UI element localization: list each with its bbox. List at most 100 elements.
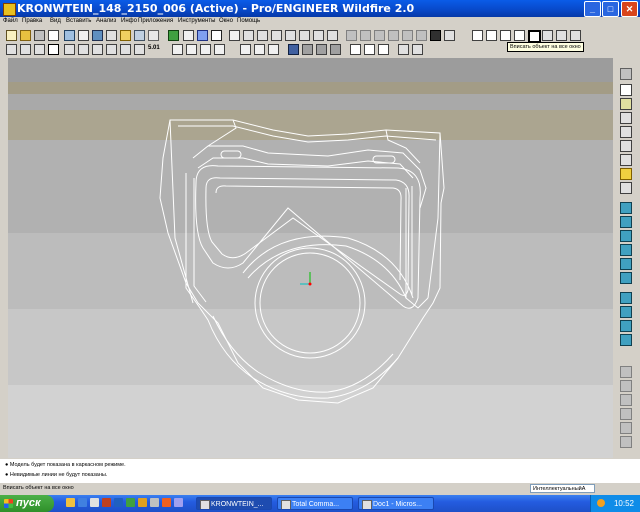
- zoom-window-icon[interactable]: [514, 30, 525, 41]
- zoom-in2-icon[interactable]: [472, 30, 483, 41]
- datum-display-icon[interactable]: [570, 30, 581, 41]
- refit2-icon[interactable]: [500, 30, 511, 41]
- appearance-icon[interactable]: [302, 44, 313, 55]
- render-icon[interactable]: [288, 44, 299, 55]
- mirror-tool-icon[interactable]: [620, 366, 632, 378]
- shell-tool-icon[interactable]: [620, 216, 632, 228]
- minimize-button[interactable]: _: [584, 1, 601, 17]
- spin-icon[interactable]: [78, 44, 89, 55]
- menu-view[interactable]: Вид: [50, 18, 61, 24]
- paste2-icon[interactable]: [402, 30, 413, 41]
- window-close-icon[interactable]: [378, 44, 389, 55]
- left-dock-handle[interactable]: [0, 58, 8, 458]
- orient-icon[interactable]: [556, 30, 567, 41]
- quicklaunch-desktop-icon[interactable]: [90, 498, 99, 507]
- datum-planes-icon[interactable]: [92, 44, 103, 55]
- datum-point-tool-icon[interactable]: [620, 140, 632, 152]
- tools-icon[interactable]: [120, 30, 131, 41]
- paste-icon[interactable]: [78, 30, 89, 41]
- shading-icon[interactable]: [48, 44, 59, 55]
- datum-curve-tool-icon[interactable]: [620, 126, 632, 138]
- hole-icon[interactable]: [240, 44, 251, 55]
- quicklaunch-word-icon[interactable]: [114, 498, 123, 507]
- settings-icon[interactable]: [148, 30, 159, 41]
- regenerate-icon[interactable]: [106, 30, 117, 41]
- menu-info[interactable]: Инфо: [121, 18, 137, 24]
- menu-window[interactable]: Окно: [219, 18, 233, 24]
- view-icon[interactable]: [134, 30, 145, 41]
- refit-icon[interactable]: [285, 30, 296, 41]
- cut-icon[interactable]: [374, 30, 385, 41]
- tray-icon[interactable]: [597, 499, 605, 507]
- hole-tool-icon[interactable]: [620, 202, 632, 214]
- draft-tool-icon[interactable]: [620, 244, 632, 256]
- new-file-icon[interactable]: [6, 30, 17, 41]
- datum-plane-tool-icon[interactable]: [620, 98, 632, 110]
- revolve-tool-icon[interactable]: [620, 306, 632, 318]
- csys-tool-icon[interactable]: [620, 154, 632, 166]
- annotation-tool-icon[interactable]: [620, 182, 632, 194]
- layers-icon[interactable]: [327, 30, 338, 41]
- feature-icon[interactable]: [172, 44, 183, 55]
- pattern-tool-icon[interactable]: [620, 408, 632, 420]
- task-word-doc[interactable]: Doc1 - Micros...: [358, 497, 434, 510]
- saved-views-icon[interactable]: [313, 30, 324, 41]
- selection-filter[interactable]: ИнтеллектуальныйА: [530, 484, 595, 493]
- menu-help[interactable]: Помощь: [237, 18, 260, 24]
- pan-icon[interactable]: [542, 30, 553, 41]
- quicklaunch-folder-icon[interactable]: [66, 498, 75, 507]
- quicklaunch-firefox-icon[interactable]: [162, 498, 171, 507]
- select-box-icon[interactable]: [444, 30, 455, 41]
- quicklaunch-explorer-icon[interactable]: [138, 498, 147, 507]
- sweep-tool-icon[interactable]: [620, 320, 632, 332]
- analysis-tool-icon[interactable]: [620, 168, 632, 180]
- window-activate-icon[interactable]: [350, 44, 361, 55]
- save-icon[interactable]: [34, 30, 45, 41]
- print-icon[interactable]: [48, 30, 59, 41]
- paste-special-icon[interactable]: [416, 30, 427, 41]
- spin-center-icon[interactable]: [243, 30, 254, 41]
- clock[interactable]: 10:52: [614, 499, 634, 508]
- csys-display-icon[interactable]: [134, 44, 145, 55]
- quicklaunch-excel-icon[interactable]: [126, 498, 135, 507]
- perspective-icon[interactable]: [316, 44, 327, 55]
- task-total-commander[interactable]: Total Comma...: [277, 497, 353, 510]
- zoom-in-icon[interactable]: [257, 30, 268, 41]
- zoom-out-icon[interactable]: [271, 30, 282, 41]
- undo-icon[interactable]: [346, 30, 357, 41]
- redo-icon[interactable]: [360, 30, 371, 41]
- menu-file[interactable]: Файл: [3, 18, 18, 24]
- find-icon[interactable]: [430, 30, 441, 41]
- extrude-tool-icon[interactable]: [620, 292, 632, 304]
- extend-tool-icon[interactable]: [620, 422, 632, 434]
- zoom-out2-icon[interactable]: [486, 30, 497, 41]
- datum-point-icon[interactable]: [197, 30, 208, 41]
- offset-tool-icon[interactable]: [620, 436, 632, 448]
- task-proengineer[interactable]: KRONWTEIN_...: [196, 497, 272, 510]
- wireframe-icon[interactable]: [6, 44, 17, 55]
- copy2-icon[interactable]: [388, 30, 399, 41]
- graphics-window[interactable]: [8, 58, 613, 458]
- quicklaunch-app-icon[interactable]: [102, 498, 111, 507]
- merge-tool-icon[interactable]: [620, 380, 632, 392]
- start-button[interactable]: пуск: [0, 495, 54, 512]
- close-button[interactable]: ✕: [621, 1, 638, 17]
- datum-axis-icon[interactable]: [183, 30, 194, 41]
- blend-tool-icon[interactable]: [620, 334, 632, 346]
- round-tool-icon[interactable]: [620, 258, 632, 270]
- chamfer-tool-icon[interactable]: [620, 272, 632, 284]
- dock-arrow-icon[interactable]: [620, 68, 632, 80]
- reorient-icon[interactable]: [299, 30, 310, 41]
- window-new-icon[interactable]: [364, 44, 375, 55]
- group-icon[interactable]: [186, 44, 197, 55]
- datum-points-icon[interactable]: [120, 44, 131, 55]
- rib-tool-icon[interactable]: [620, 230, 632, 242]
- maximize-button[interactable]: □: [602, 1, 619, 17]
- quicklaunch-ie-icon[interactable]: [78, 498, 87, 507]
- sketch-tool-icon[interactable]: [620, 84, 632, 96]
- menu-insert[interactable]: Вставить: [66, 18, 91, 24]
- trim-tool-icon[interactable]: [620, 394, 632, 406]
- quicklaunch-calc-icon[interactable]: [150, 498, 159, 507]
- datum-axis-tool-icon[interactable]: [620, 112, 632, 124]
- menu-edit[interactable]: Правка: [22, 18, 42, 24]
